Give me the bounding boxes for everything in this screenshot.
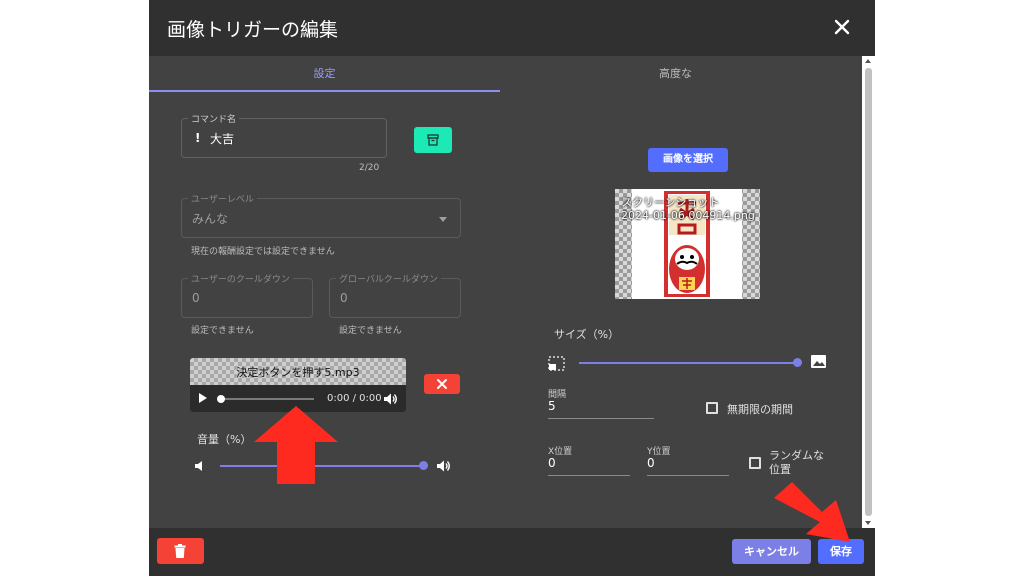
dialog-title: 画像トリガーの編集 [167,19,339,41]
cancel-button[interactable]: キャンセル [732,539,811,564]
size-slider-track[interactable] [579,362,797,364]
image-caption-line2: 2024-01-06 004914.png [621,209,755,222]
close-icon [437,379,447,389]
volume-label: 音量（%） [197,433,252,446]
random-position-label: ランダムな 位置 [769,449,824,477]
archive-button[interactable] [414,127,452,153]
user-cooldown-field[interactable]: ユーザーのクールダウン 0 [181,272,313,318]
user-cooldown-label: ユーザーのクールダウン [188,272,293,285]
command-name-field[interactable]: コマンド名 ! 大吉 [181,112,387,158]
image-preview: スクリーンショット 2024-01-06 004914.png [615,189,760,299]
random-position-label-line2: 位置 [769,463,791,476]
command-prefix: ! [195,131,201,145]
select-image-button[interactable]: 画像を選択 [648,148,728,172]
user-level-select[interactable]: ユーザーレベル みんな [181,192,461,238]
remove-audio-button[interactable] [424,374,460,394]
tab-settings-label: 設定 [313,67,336,80]
trash-icon [174,544,186,558]
command-name-label: コマンド名 [188,112,240,125]
interval-value: 5 [548,399,556,413]
scrollbar[interactable] [862,56,875,528]
tab-settings[interactable]: 設定 [149,56,500,92]
audio-time: 0:00 / 0:00 [327,393,382,404]
dialog-titlebar: 画像トリガーの編集 [149,0,875,56]
image-caption-line1: スクリーンショット [621,196,720,209]
image-large-icon [811,355,826,368]
play-icon[interactable] [199,393,207,403]
tab-bar: 設定 高度な [149,56,860,92]
dropdown-arrow-icon [439,217,447,222]
user-level-hint: 現在の報酬設定では設定できません [191,247,335,257]
size-label: サイズ（%） [554,328,620,341]
random-position-checkbox[interactable] [749,457,761,469]
volume-icon[interactable] [383,392,397,406]
active-tab-indicator [149,90,500,92]
global-cooldown-value: 0 [340,291,348,305]
y-position-value: 0 [647,456,655,470]
x-position-value: 0 [548,456,556,470]
audio-file-name: 決定ボタンを押す5.mp3 [236,366,360,379]
save-button[interactable]: 保存 [818,539,864,564]
interval-input[interactable]: 5 [548,399,654,419]
audio-seek-knob[interactable] [217,395,225,403]
scroll-up-arrow-icon[interactable] [865,59,871,63]
command-name-value: 大吉 [210,132,235,146]
audio-controls: 0:00 / 0:00 [190,385,406,412]
audio-player: 決定ボタンを押す5.mp3 0:00 / 0:00 [190,358,406,412]
volume-low-icon [195,461,202,471]
close-icon[interactable] [831,16,853,38]
dialog-footer: キャンセル 保存 [149,528,875,576]
y-position-input[interactable]: 0 [647,456,729,476]
unlimited-duration-label: 無期限の期間 [727,403,793,416]
volume-high-icon [437,460,450,472]
user-cooldown-hint: 設定できません [191,326,254,336]
tab-advanced[interactable]: 高度な [500,56,851,92]
random-position-label-line1: ランダムな [769,449,824,462]
x-position-input[interactable]: 0 [548,456,630,476]
scroll-thumb[interactable] [865,68,872,516]
tab-advanced-label: 高度な [659,67,692,80]
audio-file-header: 決定ボタンを押す5.mp3 [190,358,406,385]
scroll-down-arrow-icon[interactable] [865,521,871,525]
volume-slider-track[interactable] [220,465,424,467]
archive-icon [427,134,439,146]
image-trigger-dialog: 画像トリガーの編集 設定 高度な コマンド名 ! 大吉 2/20 ユーザーレベル… [149,0,875,576]
user-cooldown-value: 0 [192,291,200,305]
delete-button[interactable] [157,538,204,564]
audio-seek-bar[interactable] [220,398,314,400]
global-cooldown-label: グローバルクールダウン [336,272,441,285]
unlimited-duration-checkbox[interactable] [706,402,718,414]
user-level-value: みんな [192,212,229,226]
size-slider-knob[interactable] [793,358,802,367]
volume-slider-knob[interactable] [419,461,428,470]
global-cooldown-hint: 設定できません [339,326,402,336]
user-level-label: ユーザーレベル [188,192,257,205]
image-small-icon [548,356,565,371]
command-char-counter: 2/20 [359,163,380,173]
image-filename-caption: スクリーンショット 2024-01-06 004914.png [621,196,755,222]
global-cooldown-field[interactable]: グローバルクールダウン 0 [329,272,461,318]
